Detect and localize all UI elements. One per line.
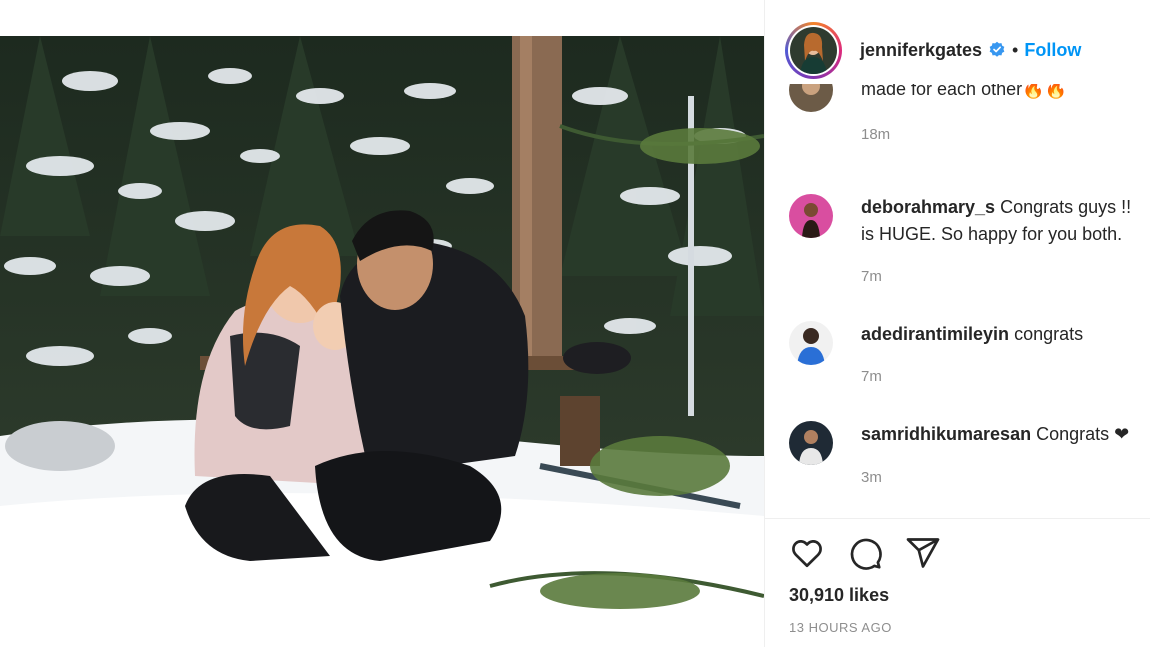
post-actions: [789, 535, 941, 571]
commenter-avatar[interactable]: [789, 84, 833, 112]
separator-dot: •: [1012, 39, 1019, 60]
post-photo-image: [0, 36, 764, 611]
comment-text: Congrats ❤: [1036, 424, 1130, 444]
commenter-avatar[interactable]: [789, 421, 833, 465]
comment-time[interactable]: 7m: [861, 268, 882, 285]
share-icon[interactable]: [905, 535, 941, 571]
post-side-panel: jenniferkgates • Follow made for each ot…: [764, 0, 1150, 647]
follow-button[interactable]: Follow: [1024, 40, 1081, 61]
comment-text: made for each other🔥🔥: [861, 84, 1067, 99]
comment-username[interactable]: deborahmary_s: [861, 197, 995, 217]
commenter-avatar[interactable]: [789, 194, 833, 238]
commenter-avatar[interactable]: [789, 321, 833, 365]
comment-username[interactable]: adedirantimileyin: [861, 324, 1009, 344]
photo-panel: [0, 0, 764, 647]
post-timestamp[interactable]: 13 HOURS AGO: [789, 620, 892, 635]
author-avatar-image: [790, 26, 837, 74]
author-avatar[interactable]: [785, 21, 842, 79]
comment-time[interactable]: 7m: [861, 368, 882, 385]
likes-count[interactable]: 30,910 likes: [789, 585, 889, 606]
verified-badge-icon: [989, 41, 1005, 57]
comments-list[interactable]: made for each other🔥🔥 18m deborahmary_s …: [765, 84, 1150, 519]
comment-text-continued: is HUGE. So happy for you both.: [861, 224, 1123, 244]
comment-text: Congrats guys !!: [1000, 197, 1132, 217]
comment-text: congrats: [1014, 324, 1084, 344]
comment-time[interactable]: 3m: [861, 469, 882, 486]
comment-username[interactable]: samridhikumaresan: [861, 424, 1031, 444]
comment-icon[interactable]: [847, 535, 883, 571]
author-username[interactable]: jenniferkgates: [860, 40, 982, 61]
comment-time[interactable]: 18m: [861, 126, 890, 143]
heart-icon[interactable]: [789, 535, 825, 571]
post-photo[interactable]: [0, 36, 764, 611]
section-divider: [765, 518, 1150, 519]
